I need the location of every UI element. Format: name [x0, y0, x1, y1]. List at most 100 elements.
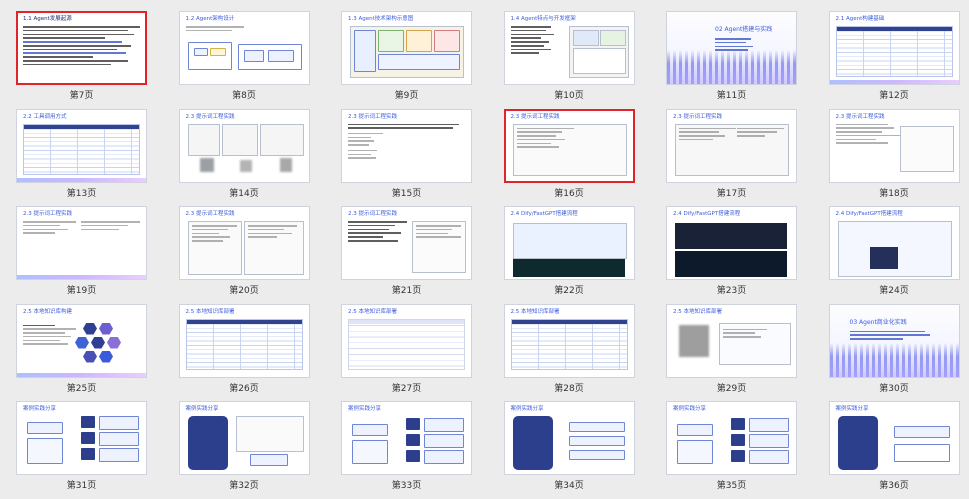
- slide-thumbnail[interactable]: 2.3 提示词工程实践 第17页: [666, 108, 797, 207]
- slide-preview: 02 Agent搭建与实践: [666, 11, 797, 85]
- slide-number-label: 第16页: [554, 188, 584, 199]
- slide-title: 案例实践分享: [23, 406, 57, 412]
- slide-thumbnail[interactable]: 2.5 本地知识库部署 第27页: [341, 303, 472, 402]
- slide-thumbnail[interactable]: 1.2 Agent架构设计 第8页: [178, 11, 310, 109]
- slide-thumbnail[interactable]: 2.5 本地知识库部署 第29页: [666, 303, 797, 402]
- slide-number-label: 第32页: [229, 481, 259, 491]
- slide-thumbnail[interactable]: 2.3 提示词工程实践 第14页: [178, 108, 310, 207]
- slide-thumbnail[interactable]: 1.3 Agent技术架构示意图 第9页: [341, 11, 472, 109]
- slide-number-label: 第21页: [391, 286, 422, 296]
- slide-number-label: 第7页: [69, 91, 94, 101]
- slide-number-label: 第25页: [66, 383, 97, 394]
- slide-preview: 2.3 提示词工程实践: [503, 108, 635, 183]
- slide-thumbnail[interactable]: 案例实践分享 第34页: [503, 401, 635, 499]
- slide-thumbnail[interactable]: 2.3 提示词工程实践 第21页: [341, 206, 472, 304]
- slide-title: 2.4 Dify/FastGPT搭建流程: [673, 211, 741, 217]
- slide-number-label: 第36页: [879, 481, 909, 491]
- slide-preview: 2.4 Dify/FastGPT搭建流程: [503, 206, 635, 280]
- slide-title: 2.3 提示词工程实践: [185, 113, 235, 120]
- slide-title: 03 Agent商业化实践: [849, 318, 907, 326]
- slide-number-label: 第30页: [879, 383, 909, 394]
- slide-title: 02 Agent搭建与实践: [715, 26, 773, 33]
- slide-thumbnail[interactable]: 03 Agent商业化实践 第30页: [828, 303, 960, 402]
- slide-number-label: 第23页: [716, 286, 747, 296]
- slide-number-label: 第13页: [66, 188, 97, 199]
- slide-preview: 2.2 工具调用方式: [16, 108, 147, 183]
- slide-title: 2.3 提示词工程实践: [835, 113, 885, 120]
- slide-title: 2.3 提示词工程实践: [348, 211, 397, 217]
- slide-thumbnail[interactable]: 2.2 工具调用方式 第13页: [16, 108, 147, 207]
- slide-preview: 1.4 Agent特点与开发框架: [503, 11, 635, 85]
- slide-number-label: 第20页: [229, 286, 259, 296]
- slide-number-label: 第8页: [232, 91, 256, 101]
- slide-preview: 2.3 提示词工程实践: [828, 108, 960, 183]
- slide-title: 1.4 Agent特点与开发框架: [510, 16, 576, 22]
- slide-preview: 案例实践分享: [341, 401, 472, 475]
- slide-thumbnail-grid: 1.1 Agent发展起源 第7页 1.2 Agent架构设计 第8页 1.3 …: [16, 11, 960, 491]
- slide-thumbnail[interactable]: 2.5 本地知识库部署 第26页: [178, 303, 310, 402]
- slide-title: 案例实践分享: [510, 406, 544, 412]
- slide-preview: 1.1 Agent发展起源: [16, 11, 147, 85]
- slide-number-label: 第14页: [229, 188, 259, 199]
- slide-preview: 案例实践分享: [828, 401, 960, 475]
- slide-title: 案例实践分享: [835, 406, 869, 412]
- slide-number-label: 第19页: [66, 286, 97, 296]
- slide-preview: 2.5 本地知识库构建: [16, 303, 147, 378]
- slide-thumbnail[interactable]: 案例实践分享 第32页: [178, 401, 310, 499]
- slide-thumbnail[interactable]: 1.4 Agent特点与开发框架 第10页: [503, 11, 635, 109]
- slide-title: 2.5 本地知识库构建: [23, 308, 72, 315]
- slide-title: 案例实践分享: [185, 406, 219, 412]
- slide-title: 1.1 Agent发展起源: [23, 16, 72, 22]
- slide-title: 案例实践分享: [673, 406, 707, 412]
- slide-thumbnail[interactable]: 2.3 提示词工程实践 第15页: [341, 108, 472, 207]
- slide-thumbnail[interactable]: 2.3 提示词工程实践 第19页: [16, 206, 147, 304]
- slide-number-label: 第28页: [554, 383, 584, 394]
- slide-preview: 2.3 提示词工程实践: [341, 206, 472, 280]
- slide-number-label: 第29页: [716, 383, 747, 394]
- slide-thumbnail[interactable]: 2.3 提示词工程实践 第16页: [503, 108, 635, 207]
- slide-thumbnail[interactable]: 案例实践分享 第35页: [666, 401, 797, 499]
- slide-title: 2.2 工具调用方式: [23, 113, 67, 120]
- slide-thumbnail[interactable]: 02 Agent搭建与实践 第11页: [666, 11, 797, 109]
- slide-preview: 2.3 提示词工程实践: [341, 108, 472, 183]
- slide-preview: 2.5 本地知识库部署: [503, 303, 635, 378]
- slide-thumbnail[interactable]: 2.5 本地知识库构建 第25页: [16, 303, 147, 402]
- slide-title: 1.2 Agent架构设计: [185, 16, 235, 22]
- slide-thumbnail[interactable]: 案例实践分享 第31页: [16, 401, 147, 499]
- slide-number-label: 第11页: [716, 91, 747, 101]
- slide-title: 2.5 本地知识库部署: [185, 308, 235, 315]
- slide-number-label: 第34页: [554, 481, 584, 491]
- slide-thumbnail[interactable]: 1.1 Agent发展起源 第7页: [16, 11, 147, 109]
- slide-title: 2.5 本地知识库部署: [510, 308, 560, 315]
- slide-thumbnail[interactable]: 2.5 本地知识库部署 第28页: [503, 303, 635, 402]
- slide-thumbnail[interactable]: 案例实践分享 第36页: [828, 401, 960, 499]
- slide-thumbnail[interactable]: 案例实践分享 第33页: [341, 401, 472, 499]
- slide-number-label: 第17页: [716, 188, 747, 199]
- slide-title: 2.3 提示词工程实践: [673, 113, 722, 120]
- slide-thumbnail[interactable]: 2.4 Dify/FastGPT搭建流程 第24页: [828, 206, 960, 304]
- slide-title: 2.3 提示词工程实践: [348, 113, 397, 120]
- slide-preview: 1.3 Agent技术架构示意图: [341, 11, 472, 85]
- slide-thumbnail[interactable]: 2.1 Agent构建基础 第12页: [828, 11, 960, 109]
- slide-thumbnail[interactable]: 2.3 提示词工程实践 第18页: [828, 108, 960, 207]
- slide-preview: 2.4 Dify/FastGPT搭建流程: [828, 206, 960, 280]
- slide-preview: 2.1 Agent构建基础: [828, 11, 960, 85]
- slide-number-label: 第9页: [394, 91, 419, 101]
- slide-preview: 1.2 Agent架构设计: [178, 11, 310, 85]
- slide-thumbnail[interactable]: 2.4 Dify/FastGPT搭建流程 第23页: [666, 206, 797, 304]
- slide-title: 2.4 Dify/FastGPT搭建流程: [510, 211, 578, 217]
- slide-number-label: 第22页: [554, 286, 584, 296]
- slide-preview: 2.3 提示词工程实践: [178, 108, 310, 183]
- slide-preview: 2.3 提示词工程实践: [178, 206, 310, 280]
- slide-preview: 案例实践分享: [666, 401, 797, 475]
- slide-number-label: 第33页: [391, 481, 422, 491]
- slide-title: 2.3 提示词工程实践: [185, 211, 235, 217]
- slide-number-label: 第18页: [879, 188, 909, 199]
- slide-number-label: 第27页: [391, 383, 422, 394]
- slide-preview: 03 Agent商业化实践: [828, 303, 960, 378]
- slide-title: 2.1 Agent构建基础: [835, 16, 885, 22]
- slide-preview: 2.5 本地知识库部署: [178, 303, 310, 378]
- slide-thumbnail[interactable]: 2.3 提示词工程实践 第20页: [178, 206, 310, 304]
- slide-preview: 案例实践分享: [178, 401, 310, 475]
- slide-thumbnail[interactable]: 2.4 Dify/FastGPT搭建流程 第22页: [503, 206, 635, 304]
